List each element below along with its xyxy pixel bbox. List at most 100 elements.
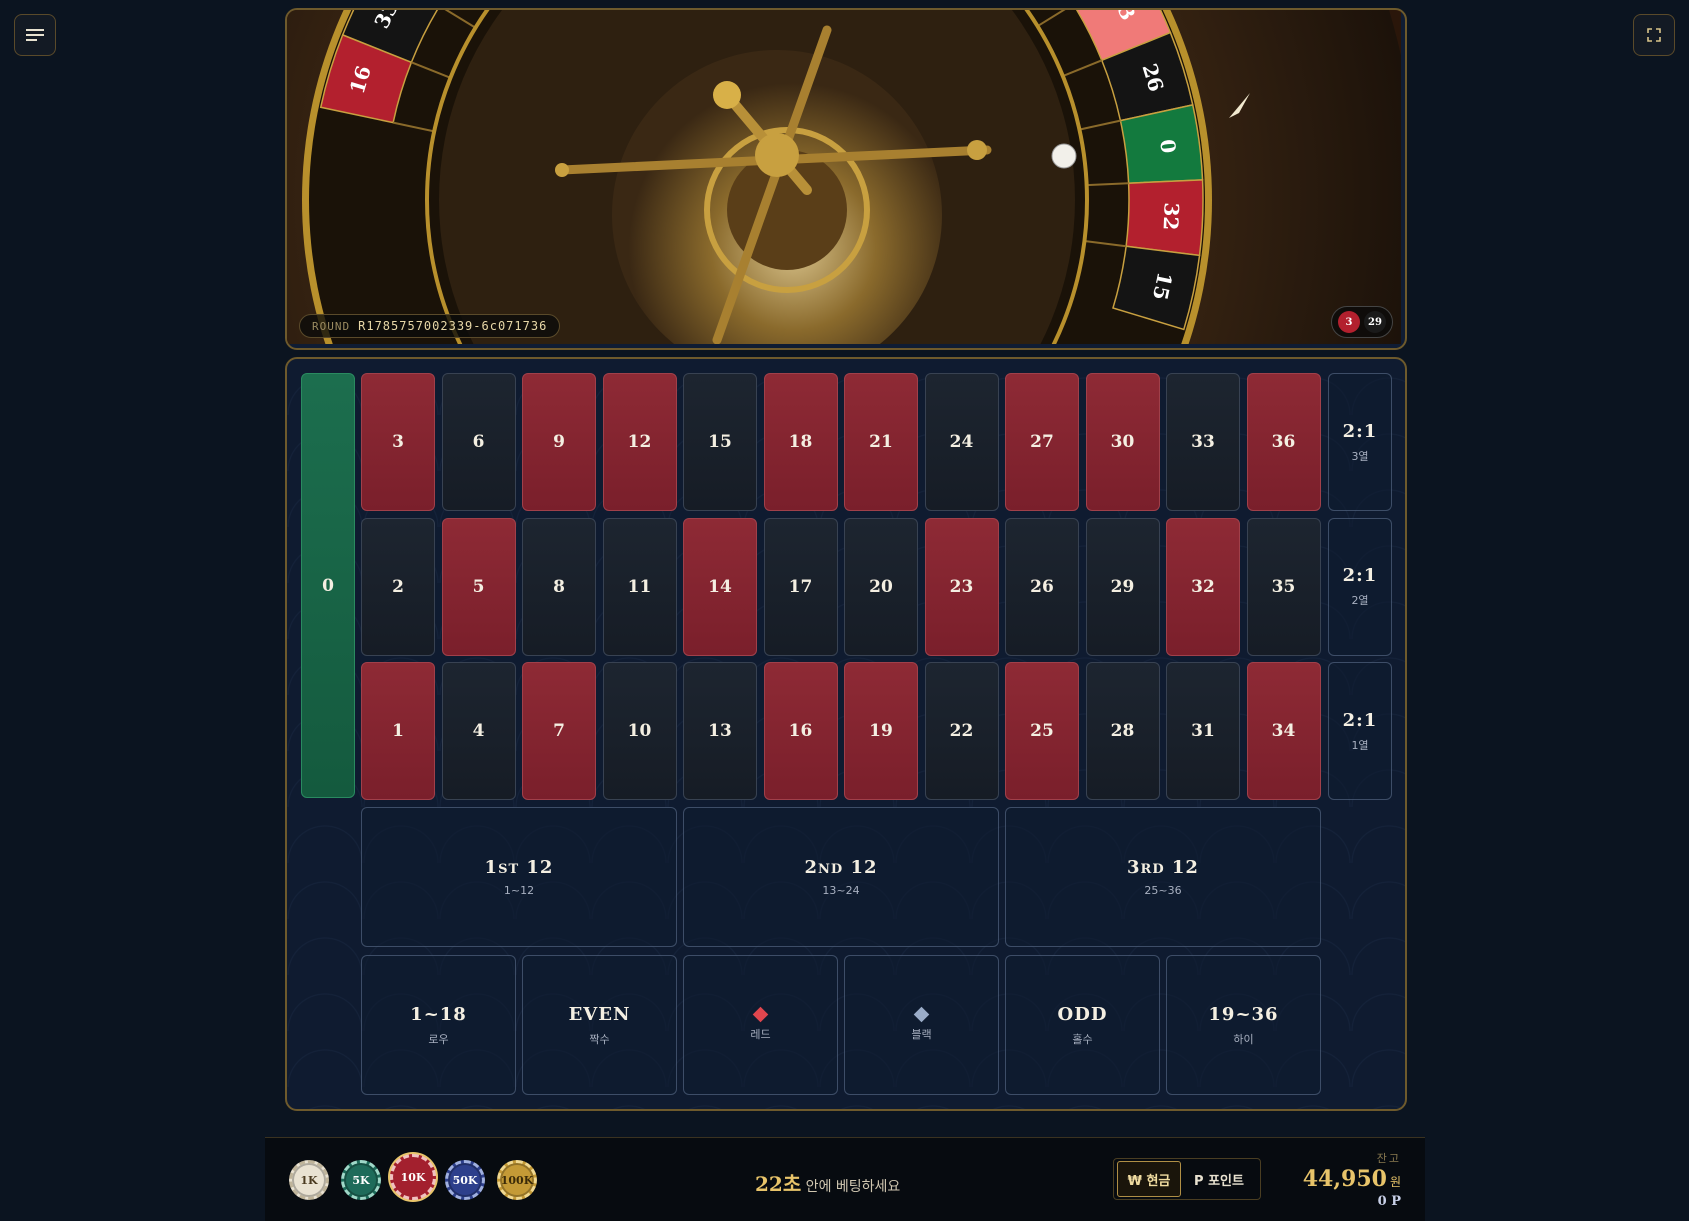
bet-dozen-3[interactable]: 3rd 12 25~36 bbox=[1005, 807, 1321, 947]
bet-dozen-2[interactable]: 2nd 12 13~24 bbox=[683, 807, 999, 947]
bet-number-1[interactable]: 1 bbox=[361, 662, 435, 800]
bet-outside-레드[interactable]: 레드 bbox=[683, 955, 838, 1095]
result-history: 3 29 bbox=[1331, 306, 1393, 338]
number-label: 34 bbox=[1271, 721, 1296, 741]
cash-toggle-button[interactable]: ₩ 현금 bbox=[1117, 1161, 1181, 1197]
number-label: 8 bbox=[553, 576, 565, 597]
menu-button[interactable] bbox=[14, 14, 56, 56]
number-label: 6 bbox=[472, 432, 485, 452]
number-label: 10 bbox=[627, 721, 652, 741]
bet-number-16[interactable]: 16 bbox=[763, 662, 838, 800]
bottom-bar: 1K 5K 10K 50K 100K 22초 안에 베팅하세요 ₩ 현금 P 포인트 잔… bbox=[265, 1137, 1425, 1221]
chip-1k[interactable]: 1K bbox=[289, 1160, 329, 1200]
bet-number-30[interactable]: 30 bbox=[1085, 373, 1160, 511]
bet-column-3[interactable]: 2:1 3열 bbox=[1328, 373, 1392, 511]
round-id-tag: ROUND R1785757002339-6c071736 bbox=[299, 314, 561, 338]
number-label: 11 bbox=[627, 576, 652, 597]
bet-number-23[interactable]: 23 bbox=[924, 517, 999, 656]
bet-outside-하이[interactable]: 19~36 하이 bbox=[1166, 955, 1321, 1095]
balance-unit: 원 bbox=[1389, 1175, 1401, 1189]
bet-zero[interactable]: 0 bbox=[301, 373, 355, 798]
bet-number-22[interactable]: 22 bbox=[924, 662, 999, 800]
number-label: 29 bbox=[1110, 576, 1135, 597]
chip-5k[interactable]: 5K bbox=[341, 1160, 381, 1200]
bet-outside-로우[interactable]: 1~18 로우 bbox=[361, 955, 516, 1095]
number-label: 30 bbox=[1110, 432, 1135, 452]
chip-100k[interactable]: 100K bbox=[497, 1160, 537, 1200]
roulette-wheel: 163312014319221829728123532603215 bbox=[287, 10, 1401, 344]
outside-bet-sub-label: 홀수 bbox=[1072, 1032, 1093, 1046]
number-label: 33 bbox=[1191, 432, 1215, 452]
bet-number-6[interactable]: 6 bbox=[441, 373, 516, 511]
bet-number-15[interactable]: 15 bbox=[683, 373, 757, 511]
hamburger-icon bbox=[26, 29, 44, 41]
bet-number-5[interactable]: 5 bbox=[441, 517, 516, 656]
number-label: 1 bbox=[392, 721, 404, 741]
bet-number-35[interactable]: 35 bbox=[1246, 517, 1321, 656]
outside-bet-sub-label: 짝수 bbox=[589, 1032, 610, 1046]
chip-50k[interactable]: 50K bbox=[445, 1160, 485, 1200]
bet-number-8[interactable]: 8 bbox=[522, 517, 596, 656]
bet-outside-짝수[interactable]: EVEN 짝수 bbox=[522, 955, 677, 1095]
bet-outside-홀수[interactable]: ODD 홀수 bbox=[1005, 955, 1160, 1095]
bet-dozen-1[interactable]: 1st 12 1~12 bbox=[361, 807, 677, 947]
number-label: 23 bbox=[949, 576, 974, 597]
bet-number-7[interactable]: 7 bbox=[522, 662, 596, 800]
outside-bet-label: 1~18 bbox=[410, 1003, 467, 1025]
bet-number-13[interactable]: 13 bbox=[683, 662, 757, 800]
bet-number-14[interactable]: 14 bbox=[683, 517, 757, 656]
number-label: 7 bbox=[553, 721, 565, 741]
wheel-pocket-number: 32 bbox=[1159, 202, 1184, 231]
bet-number-26[interactable]: 26 bbox=[1005, 517, 1079, 656]
column-payout-label: 2:1 bbox=[1342, 420, 1378, 442]
bet-number-12[interactable]: 12 bbox=[602, 373, 677, 511]
dozen-range-label: 1~12 bbox=[503, 884, 535, 897]
bet-number-11[interactable]: 11 bbox=[602, 517, 677, 656]
bet-number-36[interactable]: 36 bbox=[1246, 373, 1321, 511]
number-label: 13 bbox=[708, 721, 732, 741]
number-label: 24 bbox=[949, 432, 974, 452]
balance-amount: 44,950 bbox=[1302, 1166, 1387, 1192]
roulette-page: 163312014319221829728123532603215 ROUNDR… bbox=[0, 0, 1689, 1221]
number-label: 36 bbox=[1271, 432, 1296, 452]
bet-number-10[interactable]: 10 bbox=[602, 662, 677, 800]
bet-number-34[interactable]: 34 bbox=[1246, 662, 1321, 800]
outside-bet-sub-label: 레드 bbox=[750, 1027, 771, 1041]
bet-number-17[interactable]: 17 bbox=[763, 517, 838, 656]
bet-number-32[interactable]: 32 bbox=[1166, 517, 1240, 656]
bet-number-31[interactable]: 31 bbox=[1166, 662, 1240, 800]
number-label: 22 bbox=[949, 721, 974, 741]
outside-bet-label: EVEN bbox=[568, 1003, 631, 1025]
bet-number-20[interactable]: 20 bbox=[844, 517, 918, 656]
roulette-wheel-view: 163312014319221829728123532603215 ROUNDR… bbox=[285, 8, 1407, 350]
bet-number-4[interactable]: 4 bbox=[441, 662, 516, 800]
bet-number-27[interactable]: 27 bbox=[1005, 373, 1079, 511]
number-label: 3 bbox=[392, 432, 404, 452]
dozen-label: 1st 12 bbox=[484, 857, 554, 878]
point-toggle-button[interactable]: P 포인트 bbox=[1181, 1162, 1257, 1196]
outside-bet-label: ODD bbox=[1057, 1003, 1108, 1025]
bet-column-2[interactable]: 2:1 2열 bbox=[1328, 517, 1392, 656]
number-label: 5 bbox=[472, 576, 485, 597]
chip-10k[interactable]: 10K bbox=[390, 1154, 436, 1200]
bet-number-25[interactable]: 25 bbox=[1005, 662, 1079, 800]
number-label: 31 bbox=[1191, 721, 1215, 741]
currency-toggle: ₩ 현금 P 포인트 bbox=[1113, 1158, 1261, 1200]
bet-number-2[interactable]: 2 bbox=[361, 517, 435, 656]
bet-outside-블랙[interactable]: 블랙 bbox=[844, 955, 999, 1095]
outside-bet-sub-label: 블랙 bbox=[911, 1027, 932, 1041]
bet-number-3[interactable]: 3 bbox=[361, 373, 435, 511]
bet-number-18[interactable]: 18 bbox=[763, 373, 838, 511]
bet-number-19[interactable]: 19 bbox=[844, 662, 918, 800]
bet-number-21[interactable]: 21 bbox=[844, 373, 918, 511]
number-label: 17 bbox=[788, 576, 813, 597]
bet-number-24[interactable]: 24 bbox=[924, 373, 999, 511]
bet-number-9[interactable]: 9 bbox=[522, 373, 596, 511]
column-sub-label: 2열 bbox=[1351, 594, 1369, 607]
bet-number-28[interactable]: 28 bbox=[1085, 662, 1160, 800]
bet-number-29[interactable]: 29 bbox=[1085, 517, 1160, 656]
bet-column-1[interactable]: 2:1 1열 bbox=[1328, 662, 1392, 800]
bet-number-33[interactable]: 33 bbox=[1166, 373, 1240, 511]
dozen-range-label: 13~24 bbox=[822, 884, 860, 897]
fullscreen-button[interactable] bbox=[1633, 14, 1675, 56]
